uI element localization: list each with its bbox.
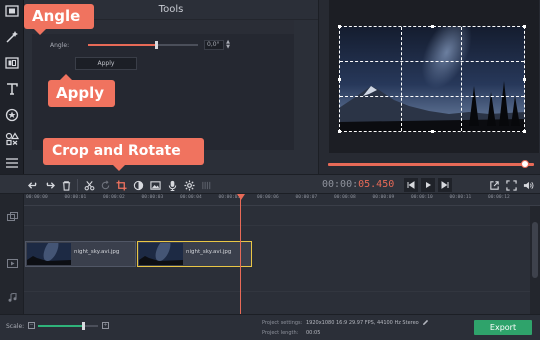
scale-label: Scale:	[6, 323, 25, 330]
ruler-tick-label: 00:00:01	[64, 195, 87, 200]
transitions-icon[interactable]	[3, 54, 21, 72]
scissors-icon[interactable]	[82, 178, 96, 192]
ruler-tick-label: 00:00:02	[103, 195, 125, 200]
crop-grid-line	[461, 27, 463, 131]
redo-icon[interactable]	[42, 178, 56, 192]
preview-area	[318, 0, 540, 174]
timecode-main: 00:00:	[322, 179, 359, 190]
video-editor-window: Tools ate Angle: 0,0° ▲▼ Apply	[0, 0, 540, 340]
clip-night-sky-1[interactable]: night_sky.avi.jpg	[25, 241, 136, 267]
angle-value-field[interactable]: 0,0°	[204, 40, 224, 50]
apply-button[interactable]: Apply	[75, 57, 137, 70]
color-adjust-icon[interactable]	[131, 178, 145, 192]
clip-name: night_sky.avi.jpg	[186, 249, 232, 255]
scale-slider-handle[interactable]	[82, 322, 85, 330]
ruler-tick-label: 00:00:11	[449, 195, 472, 200]
titles-icon[interactable]	[3, 80, 21, 98]
video-track-icon	[5, 258, 19, 268]
import-film-icon[interactable]	[3, 2, 21, 20]
crop-icon[interactable]	[114, 178, 128, 192]
audio-track-icon	[5, 292, 19, 302]
export-button[interactable]: Export	[474, 320, 532, 335]
stickers-icon[interactable]	[3, 106, 21, 124]
project-settings-value: 1920x1080 16:9 29.97 FPS, 44100 Hz Stere…	[306, 320, 419, 326]
apply-callout: Apply	[48, 74, 115, 107]
track-headers	[0, 194, 24, 314]
project-length-value: 00:05	[306, 330, 321, 336]
crop-grid-line	[340, 61, 524, 63]
timecode-fraction: 05.450	[358, 179, 395, 190]
clip-night-sky-2[interactable]: night_sky.avi.jpg	[137, 241, 252, 267]
volume-icon[interactable]	[521, 178, 535, 192]
crop-handle[interactable]	[338, 25, 341, 28]
playhead-marker[interactable]	[237, 194, 245, 200]
pencil-icon[interactable]	[422, 319, 429, 326]
angle-label: Angle:	[50, 42, 70, 49]
trash-icon[interactable]	[59, 178, 73, 192]
audio-lane	[24, 292, 530, 314]
status-bar: Scale: − + Project settings: 1920x1080 1…	[0, 314, 540, 340]
ruler-tick-label: 00:00:06	[257, 195, 279, 200]
play-icon[interactable]	[421, 178, 435, 192]
crop-handle[interactable]	[338, 78, 341, 81]
overlay-lane	[24, 206, 530, 226]
ruler-tick-label: 00:00:00	[26, 195, 48, 200]
scale-slider[interactable]	[38, 325, 98, 327]
crop-frame[interactable]	[338, 25, 526, 133]
gear-icon[interactable]	[182, 178, 196, 192]
fullscreen-icon[interactable]	[504, 178, 518, 192]
angle-slider-handle[interactable]	[155, 41, 158, 49]
ruler-tick-label: 00:00:07	[295, 195, 318, 200]
project-length-label: Project length:	[262, 330, 299, 336]
preview-seek-handle[interactable]	[521, 160, 529, 168]
more-tools-icon[interactable]	[3, 154, 21, 172]
ruler-tick-label: 00:00:12	[488, 195, 510, 200]
clip-thumbnail	[139, 243, 183, 265]
crop-handle[interactable]	[523, 25, 526, 28]
left-toolbar	[0, 0, 24, 174]
crop-handle[interactable]	[431, 130, 434, 133]
ruler-tick-label: 00:00:04	[180, 195, 202, 200]
equalizer-icon[interactable]	[199, 178, 213, 192]
crop-handle[interactable]	[523, 78, 526, 81]
preview-seek-bar[interactable]	[328, 163, 534, 166]
scrollbar-thumb[interactable]	[532, 222, 538, 278]
clip-thumbnail	[27, 243, 71, 265]
next-clip-icon[interactable]	[438, 178, 452, 192]
timeline-vertical-scrollbar[interactable]	[530, 206, 540, 314]
shapes-icon[interactable]	[3, 130, 21, 148]
crop-grid-line	[400, 27, 402, 131]
angle-callout: Angle	[24, 4, 94, 35]
crop-handle[interactable]	[523, 130, 526, 133]
rotate-icon[interactable]	[98, 178, 112, 192]
ruler-tick-label: 00:00:03	[141, 195, 164, 200]
external-window-icon[interactable]	[487, 178, 501, 192]
clip-name: night_sky.avi.jpg	[74, 249, 120, 255]
zoom-out-icon[interactable]: −	[28, 322, 35, 329]
playhead-line[interactable]	[240, 194, 241, 314]
crop-handle[interactable]	[338, 130, 341, 133]
ruler-tick-label: 00:00:09	[372, 195, 395, 200]
microphone-icon[interactable]	[165, 178, 179, 192]
timeline-toolbar: 00:00:05.450	[0, 174, 540, 194]
image-icon[interactable]	[148, 178, 162, 192]
previous-clip-icon[interactable]	[404, 178, 418, 192]
crop-rotate-callout: Crop and Rotate	[43, 138, 204, 171]
scale-slider-fill	[38, 325, 82, 327]
crop-grid-line	[340, 95, 524, 97]
toolbar-divider	[77, 179, 78, 191]
zoom-in-icon[interactable]: +	[102, 322, 109, 329]
ruler-tick-label: 00:00:08	[334, 195, 356, 200]
angle-slider-fill	[88, 44, 157, 46]
ruler-tick-label: 00:00:10	[411, 195, 433, 200]
magic-wand-icon[interactable]	[3, 28, 21, 46]
project-settings-label: Project settings:	[262, 320, 303, 326]
angle-slider[interactable]	[88, 44, 198, 46]
angle-spin-icon[interactable]: ▲ ▼	[225, 40, 231, 50]
timeline-ruler[interactable]: 00:00:00 00:00:01 00:00:02 00:00:03 00:00:04…	[24, 194, 540, 206]
timecode-display: 00:00:05.450	[322, 178, 394, 192]
undo-icon[interactable]	[26, 178, 40, 192]
overlay-track-icon	[5, 211, 19, 221]
crop-handle[interactable]	[431, 25, 434, 28]
